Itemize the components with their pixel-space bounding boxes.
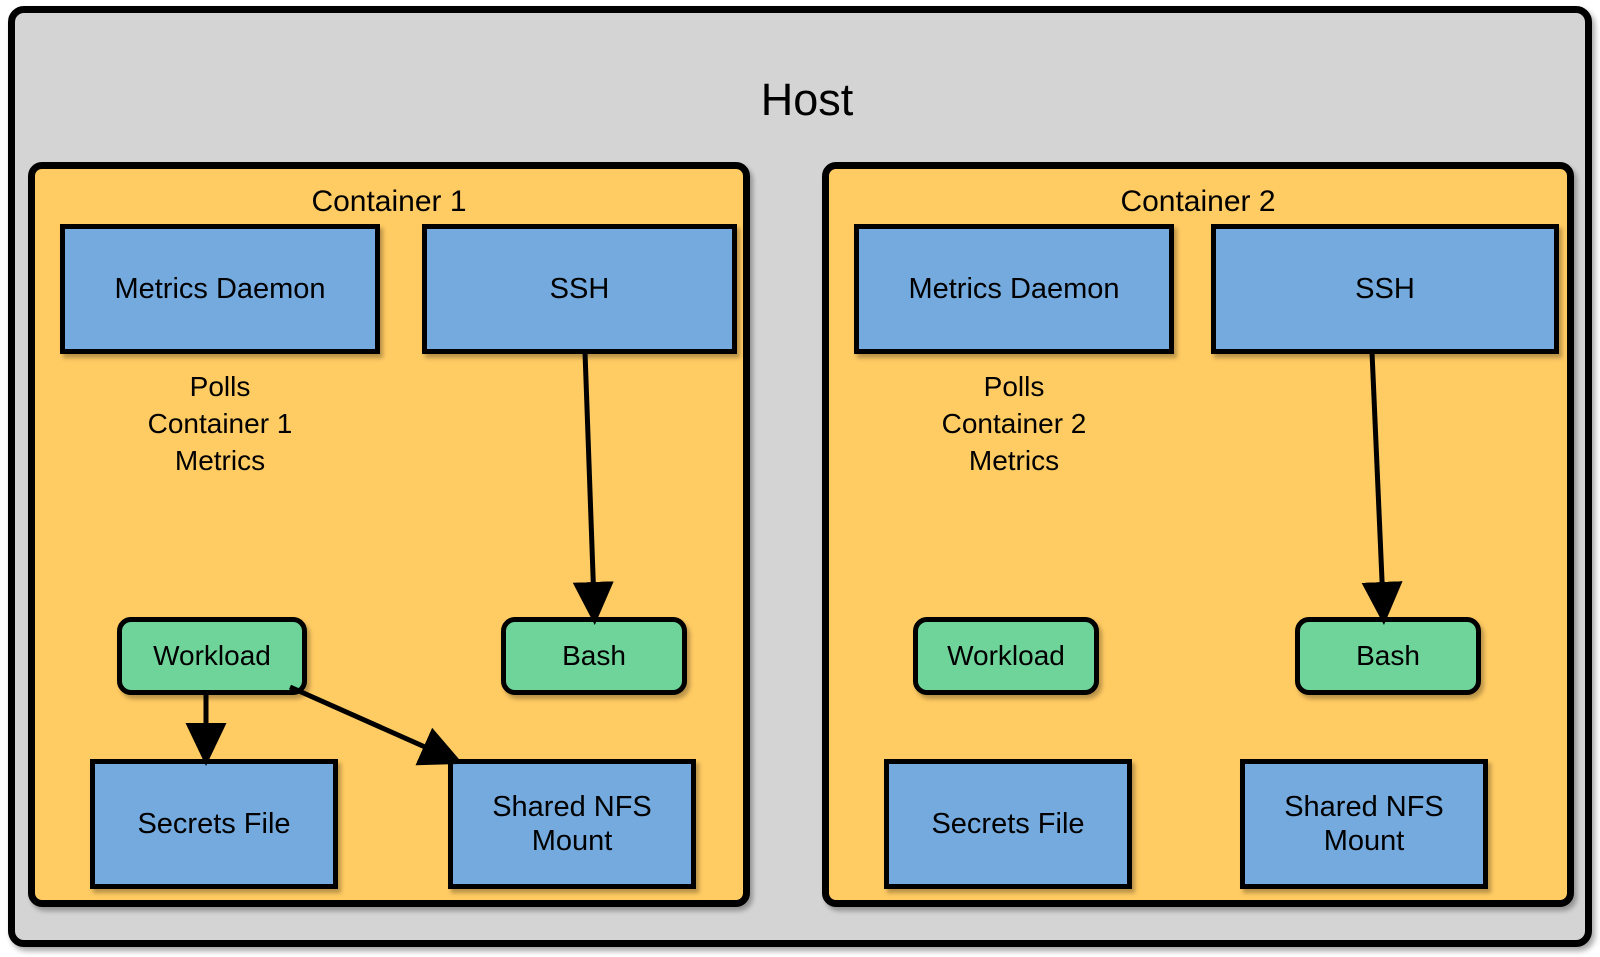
diagram-canvas: Host Container 1 Metrics Daemon SSH Poll… <box>0 0 1600 957</box>
c2-metrics-daemon-node[interactable]: Metrics Daemon <box>854 224 1174 354</box>
c2-ssh-label: SSH <box>1355 272 1415 305</box>
c2-shared-nfs-mount-node[interactable]: Shared NFS Mount <box>1240 759 1488 889</box>
c2-workload-node[interactable]: Workload <box>913 617 1099 695</box>
c1-ssh-node[interactable]: SSH <box>422 224 737 354</box>
c2-polls-caption: Polls Container 2 Metrics <box>941 371 1087 476</box>
c1-shared-nfs-mount-node[interactable]: Shared NFS Mount <box>448 759 696 889</box>
c2-secrets-file-node[interactable]: Secrets File <box>884 759 1132 889</box>
c1-shared-nfs-label: Shared NFS Mount <box>492 790 652 857</box>
c2-shared-nfs-label: Shared NFS Mount <box>1284 790 1444 857</box>
c2-bash-label: Bash <box>1356 640 1420 672</box>
container-2-boundary: Container 2 Metrics Daemon SSH Polls Con… <box>822 162 1574 907</box>
c2-bash-node[interactable]: Bash <box>1295 617 1481 695</box>
container-1-title: Container 1 <box>311 185 467 218</box>
container-2-title: Container 2 <box>1120 185 1276 218</box>
host-title: Host <box>760 74 854 125</box>
c2-workload-label: Workload <box>947 640 1065 672</box>
c1-secrets-file-node[interactable]: Secrets File <box>90 759 338 889</box>
c1-metrics-daemon-node[interactable]: Metrics Daemon <box>60 224 380 354</box>
c2-ssh-node[interactable]: SSH <box>1211 224 1559 354</box>
c2-secrets-file-label: Secrets File <box>931 807 1085 840</box>
c1-workload-node[interactable]: Workload <box>117 617 307 695</box>
c1-polls-caption: Polls Container 1 Metrics <box>147 371 293 476</box>
c2-metrics-daemon-label: Metrics Daemon <box>908 272 1120 305</box>
c1-bash-node[interactable]: Bash <box>501 617 687 695</box>
c1-workload-label: Workload <box>153 640 271 672</box>
c1-bash-label: Bash <box>562 640 626 672</box>
c1-ssh-label: SSH <box>549 272 610 305</box>
c1-metrics-daemon-label: Metrics Daemon <box>114 272 326 305</box>
c1-secrets-file-label: Secrets File <box>137 807 291 840</box>
container-1-boundary: Container 1 Metrics Daemon SSH Polls Con… <box>28 162 750 907</box>
